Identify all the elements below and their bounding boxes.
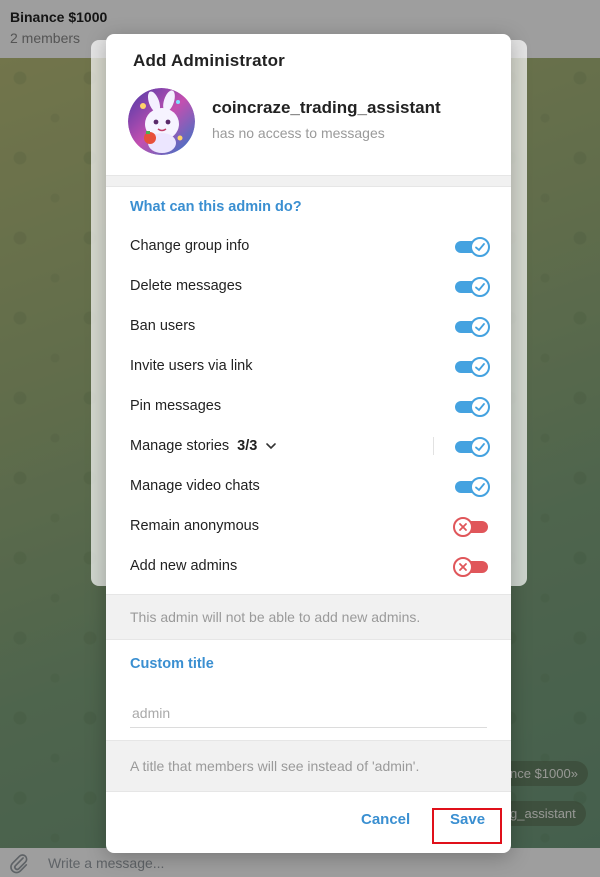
permission-manage-stories[interactable]: Manage stories 3/3 (106, 426, 511, 466)
close-x-icon (459, 563, 467, 571)
permissions-header: What can this admin do? (130, 199, 302, 215)
check-icon (475, 243, 485, 252)
permission-label: Remain anonymous (130, 518, 259, 534)
permission-pin-messages[interactable]: Pin messages (106, 386, 511, 426)
permission-label: Delete messages (130, 278, 243, 294)
toggle-switch-on[interactable] (455, 277, 490, 297)
permission-label: Ban users (130, 318, 196, 334)
permission-label: Pin messages (130, 398, 222, 414)
custom-title-input[interactable] (130, 698, 487, 728)
check-icon (475, 443, 485, 452)
check-icon (475, 323, 485, 332)
cancel-button[interactable]: Cancel (361, 811, 410, 828)
permission-label: Manage video chats (130, 478, 260, 494)
check-icon (475, 283, 485, 292)
check-icon (475, 363, 485, 372)
row-separator (433, 437, 434, 455)
toggle-switch-on[interactable] (455, 397, 490, 417)
toggle-switch-on[interactable] (455, 237, 490, 257)
toggle-switch-on[interactable] (455, 437, 490, 457)
toggle-switch-off[interactable] (453, 517, 488, 537)
close-x-icon (459, 523, 467, 531)
check-icon (475, 403, 485, 412)
permission-manage-video-chats[interactable]: Manage video chats (106, 466, 511, 506)
toggle-switch-on[interactable] (455, 477, 490, 497)
user-name: coincraze_trading_assistant (212, 98, 441, 117)
toggle-switch-on[interactable] (455, 357, 490, 377)
permission-delete-messages[interactable]: Delete messages (106, 266, 511, 306)
chevron-down-icon[interactable] (265, 440, 277, 452)
dialog-title: Add Administrator (133, 51, 285, 70)
section-divider (106, 175, 511, 187)
permission-label: Change group info (130, 238, 250, 254)
toggle-switch-on[interactable] (455, 317, 490, 337)
check-icon (475, 483, 485, 492)
toggle-switch-off[interactable] (453, 557, 488, 577)
permission-add-new-admins[interactable]: Add new admins (106, 546, 511, 586)
add-administrator-dialog: Add Administrator coincraze_trading_assi… (106, 34, 511, 853)
permission-remain-anonymous[interactable]: Remain anonymous (106, 506, 511, 546)
permission-label: Add new admins (130, 558, 238, 574)
custom-title-header: Custom title (130, 656, 214, 672)
permissions-note: This admin will not be able to add new a… (106, 594, 511, 640)
save-button-highlight (432, 808, 502, 844)
permission-change-group-info[interactable]: Change group info (106, 226, 511, 266)
user-avatar (128, 88, 195, 155)
stories-count: 3/3 (237, 438, 258, 454)
permission-label: Invite users via link (130, 358, 253, 374)
permission-invite-users[interactable]: Invite users via link (106, 346, 511, 386)
custom-title-note: A title that members will see instead of… (106, 740, 511, 792)
permission-ban-users[interactable]: Ban users (106, 306, 511, 346)
permission-label: Manage stories (130, 438, 230, 454)
user-status: has no access to messages (212, 125, 385, 141)
